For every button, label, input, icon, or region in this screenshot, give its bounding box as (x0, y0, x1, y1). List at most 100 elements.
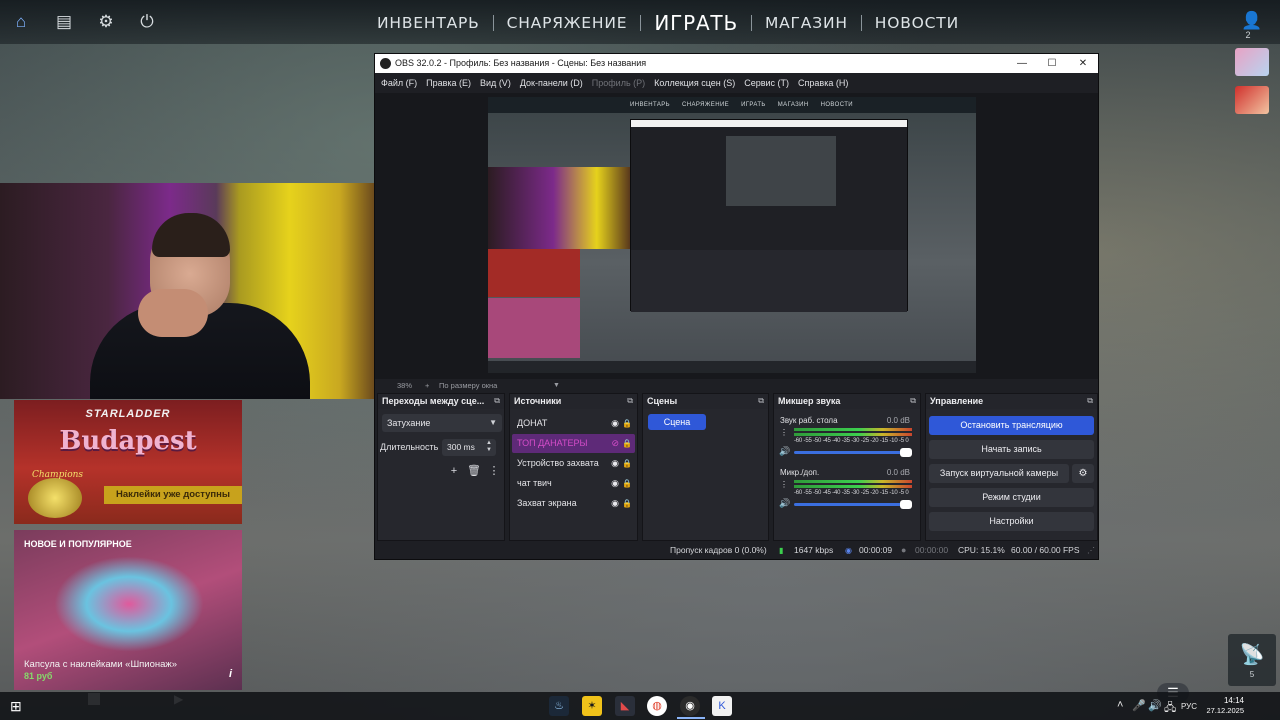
gear-icon[interactable]: ⚙ (1072, 464, 1094, 483)
zoom-mode[interactable]: По размеру окна (439, 379, 497, 393)
settings-gear-icon[interactable]: ⚙ (96, 12, 116, 32)
input-language[interactable]: РУС (1181, 702, 1197, 711)
app-icon[interactable]: ◣ (615, 696, 635, 716)
steam-icon[interactable]: ♨ (549, 696, 569, 716)
friend-avatar[interactable] (1235, 48, 1269, 76)
windows-start-icon[interactable]: ⊞ (10, 698, 22, 715)
source-row-donate[interactable]: ДОНАТ ◉ 🔒 (512, 414, 635, 433)
more-icon[interactable]: ⋮ (487, 464, 501, 478)
undock-icon[interactable]: ⧉ (758, 396, 764, 406)
nav-inventory[interactable]: ИНВЕНТАРЬ (368, 14, 489, 32)
start-record-button[interactable]: Начать запись (929, 440, 1094, 459)
menu-docks[interactable]: Док-панели (D) (520, 78, 583, 88)
chevron-down-icon[interactable]: ▼ (553, 379, 560, 393)
app-icon[interactable]: K (712, 696, 732, 716)
menu-profile[interactable]: Профиль (P) (592, 78, 645, 88)
menu-help[interactable]: Справка (H) (798, 78, 848, 88)
undock-icon[interactable]: ⧉ (1087, 396, 1093, 406)
stop-stream-button[interactable]: Остановить трансляцию (929, 416, 1094, 435)
slider-handle[interactable] (900, 500, 912, 509)
nav-news[interactable]: НОВОСТИ (866, 14, 968, 32)
network-icon[interactable]: 🖧 (1164, 699, 1176, 718)
info-icon[interactable]: i (229, 668, 232, 680)
source-row-twitch-chat[interactable]: чат твич ◉ 🔒 (512, 474, 635, 493)
lock-icon[interactable]: 🔒 (622, 414, 632, 433)
trash-icon[interactable]: 🗑 (467, 464, 481, 478)
home-icon[interactable]: ⌂ (11, 12, 31, 32)
chrome-icon[interactable]: ◍ (647, 696, 667, 716)
app-icon[interactable]: ✶ (582, 696, 602, 716)
source-row-capture-device[interactable]: Устройство захвата ◉ 🔒 (512, 454, 635, 473)
preview-taskbar (488, 361, 976, 373)
obs-preview-canvas[interactable]: ИНВЕНТАРЬ СНАРЯЖЕНИЕ ИГРАТЬ МАГАЗИН НОВО… (488, 97, 976, 373)
lock-icon[interactable]: 🔒 (622, 434, 632, 453)
eye-hidden-icon[interactable]: ⊘ (611, 434, 619, 453)
eye-icon[interactable]: ◉ (611, 494, 619, 513)
menu-edit[interactable]: Правка (E) (426, 78, 471, 88)
minimize-icon[interactable]: — (1007, 54, 1037, 73)
online-user-count: 2 (1245, 30, 1251, 40)
nav-divider (492, 15, 494, 31)
chevron-up-icon[interactable]: ˄ (1117, 699, 1123, 711)
eye-icon[interactable]: ◉ (611, 454, 619, 473)
menu-file[interactable]: Файл (F) (381, 78, 417, 88)
settings-button[interactable]: Настройки (929, 512, 1094, 531)
mixer-channel-name: Микр./доп. (780, 468, 820, 477)
speaker-icon[interactable]: 🔊 (779, 446, 790, 457)
undock-icon[interactable]: ⧉ (627, 396, 633, 406)
preview-nav-item: МАГАЗИН (777, 102, 809, 108)
slider-handle[interactable] (900, 448, 912, 457)
inventory-tv-icon[interactable]: ▤ (54, 12, 74, 32)
volume-slider[interactable] (794, 448, 912, 457)
source-row-screen-capture[interactable]: Захват экрана ◉ 🔒 (512, 494, 635, 513)
menu-view[interactable]: Вид (V) (480, 78, 511, 88)
scene-item[interactable]: Сцена (648, 414, 706, 430)
eye-icon[interactable]: ◉ (611, 474, 619, 493)
friend-avatar[interactable] (1235, 86, 1269, 114)
dock-title: Микшер звука (774, 394, 920, 409)
source-label: ТОП ДАНАТЕРЫ (517, 438, 588, 448)
clock-time[interactable]: 14:14 (1204, 696, 1244, 706)
obs-titlebar: OBS 32.0.2 - Профиль: Без названия - Сце… (375, 54, 1098, 73)
obs-icon[interactable]: ◉ (680, 696, 700, 716)
duration-spinner-icon[interactable]: ▲ ▼ (486, 440, 492, 454)
user-icon[interactable]: 👤 (1241, 11, 1262, 31)
transition-select[interactable]: Затухание ▼ (382, 414, 502, 432)
power-icon[interactable]: ⏻ (137, 12, 157, 32)
eye-icon[interactable]: ◉ (611, 414, 619, 433)
nav-play[interactable]: ИГРАТЬ (645, 11, 747, 35)
source-label: ДОНАТ (517, 418, 548, 428)
undock-icon[interactable]: ⧉ (494, 396, 500, 406)
promo-card-budapest[interactable]: STARLADDER Budapest Champions Наклейки у… (14, 400, 242, 524)
menu-tools[interactable]: Сервис (T) (744, 78, 789, 88)
studio-mode-button[interactable]: Режим студии (929, 488, 1094, 507)
menu-scene-collection[interactable]: Коллекция сцен (S) (654, 78, 735, 88)
speaker-icon[interactable]: 🔊 (1148, 699, 1162, 712)
maximize-icon[interactable]: ☐ (1037, 54, 1067, 73)
channel-menu-icon[interactable]: ⋮ (780, 428, 788, 437)
lock-icon[interactable]: 🔒 (622, 454, 632, 473)
capsule-name: Капсула с наклейками «Шпионаж» (24, 659, 178, 670)
volume-slider[interactable] (794, 500, 912, 509)
resize-grip-icon[interactable]: ⋰ (1087, 542, 1095, 559)
channel-menu-icon[interactable]: ⋮ (780, 480, 788, 489)
capsule-card[interactable]: НОВОЕ И ПОПУЛЯРНОЕ Капсула с наклейками … (14, 530, 242, 690)
lock-icon[interactable]: 🔒 (622, 474, 632, 493)
speaker-icon[interactable]: 🔊 (779, 498, 790, 509)
add-icon[interactable]: + (447, 464, 461, 478)
undock-icon[interactable]: ⧉ (910, 396, 916, 406)
volume-meter (794, 428, 912, 431)
clock-date[interactable]: 27.12.2025 (1198, 706, 1244, 716)
close-icon[interactable]: ✕ (1068, 54, 1098, 73)
nav-loadout[interactable]: СНАРЯЖЕНИЕ (498, 14, 637, 32)
virtual-camera-button[interactable]: Запуск виртуальной камеры (929, 464, 1069, 483)
source-row-top-donors[interactable]: ТОП ДАНАТЕРЫ ⊘ 🔒 (512, 434, 635, 453)
microphone-icon[interactable]: 🎤 (1132, 699, 1146, 712)
chevron-down-icon: ▼ (489, 418, 497, 427)
plus-icon[interactable]: + (425, 379, 429, 393)
nav-store[interactable]: МАГАЗИН (756, 14, 857, 32)
volume-meter (794, 480, 912, 483)
network-status-panel[interactable]: 📡 5 (1228, 634, 1276, 686)
source-label: Захват экрана (517, 498, 577, 508)
lock-icon[interactable]: 🔒 (622, 494, 632, 513)
